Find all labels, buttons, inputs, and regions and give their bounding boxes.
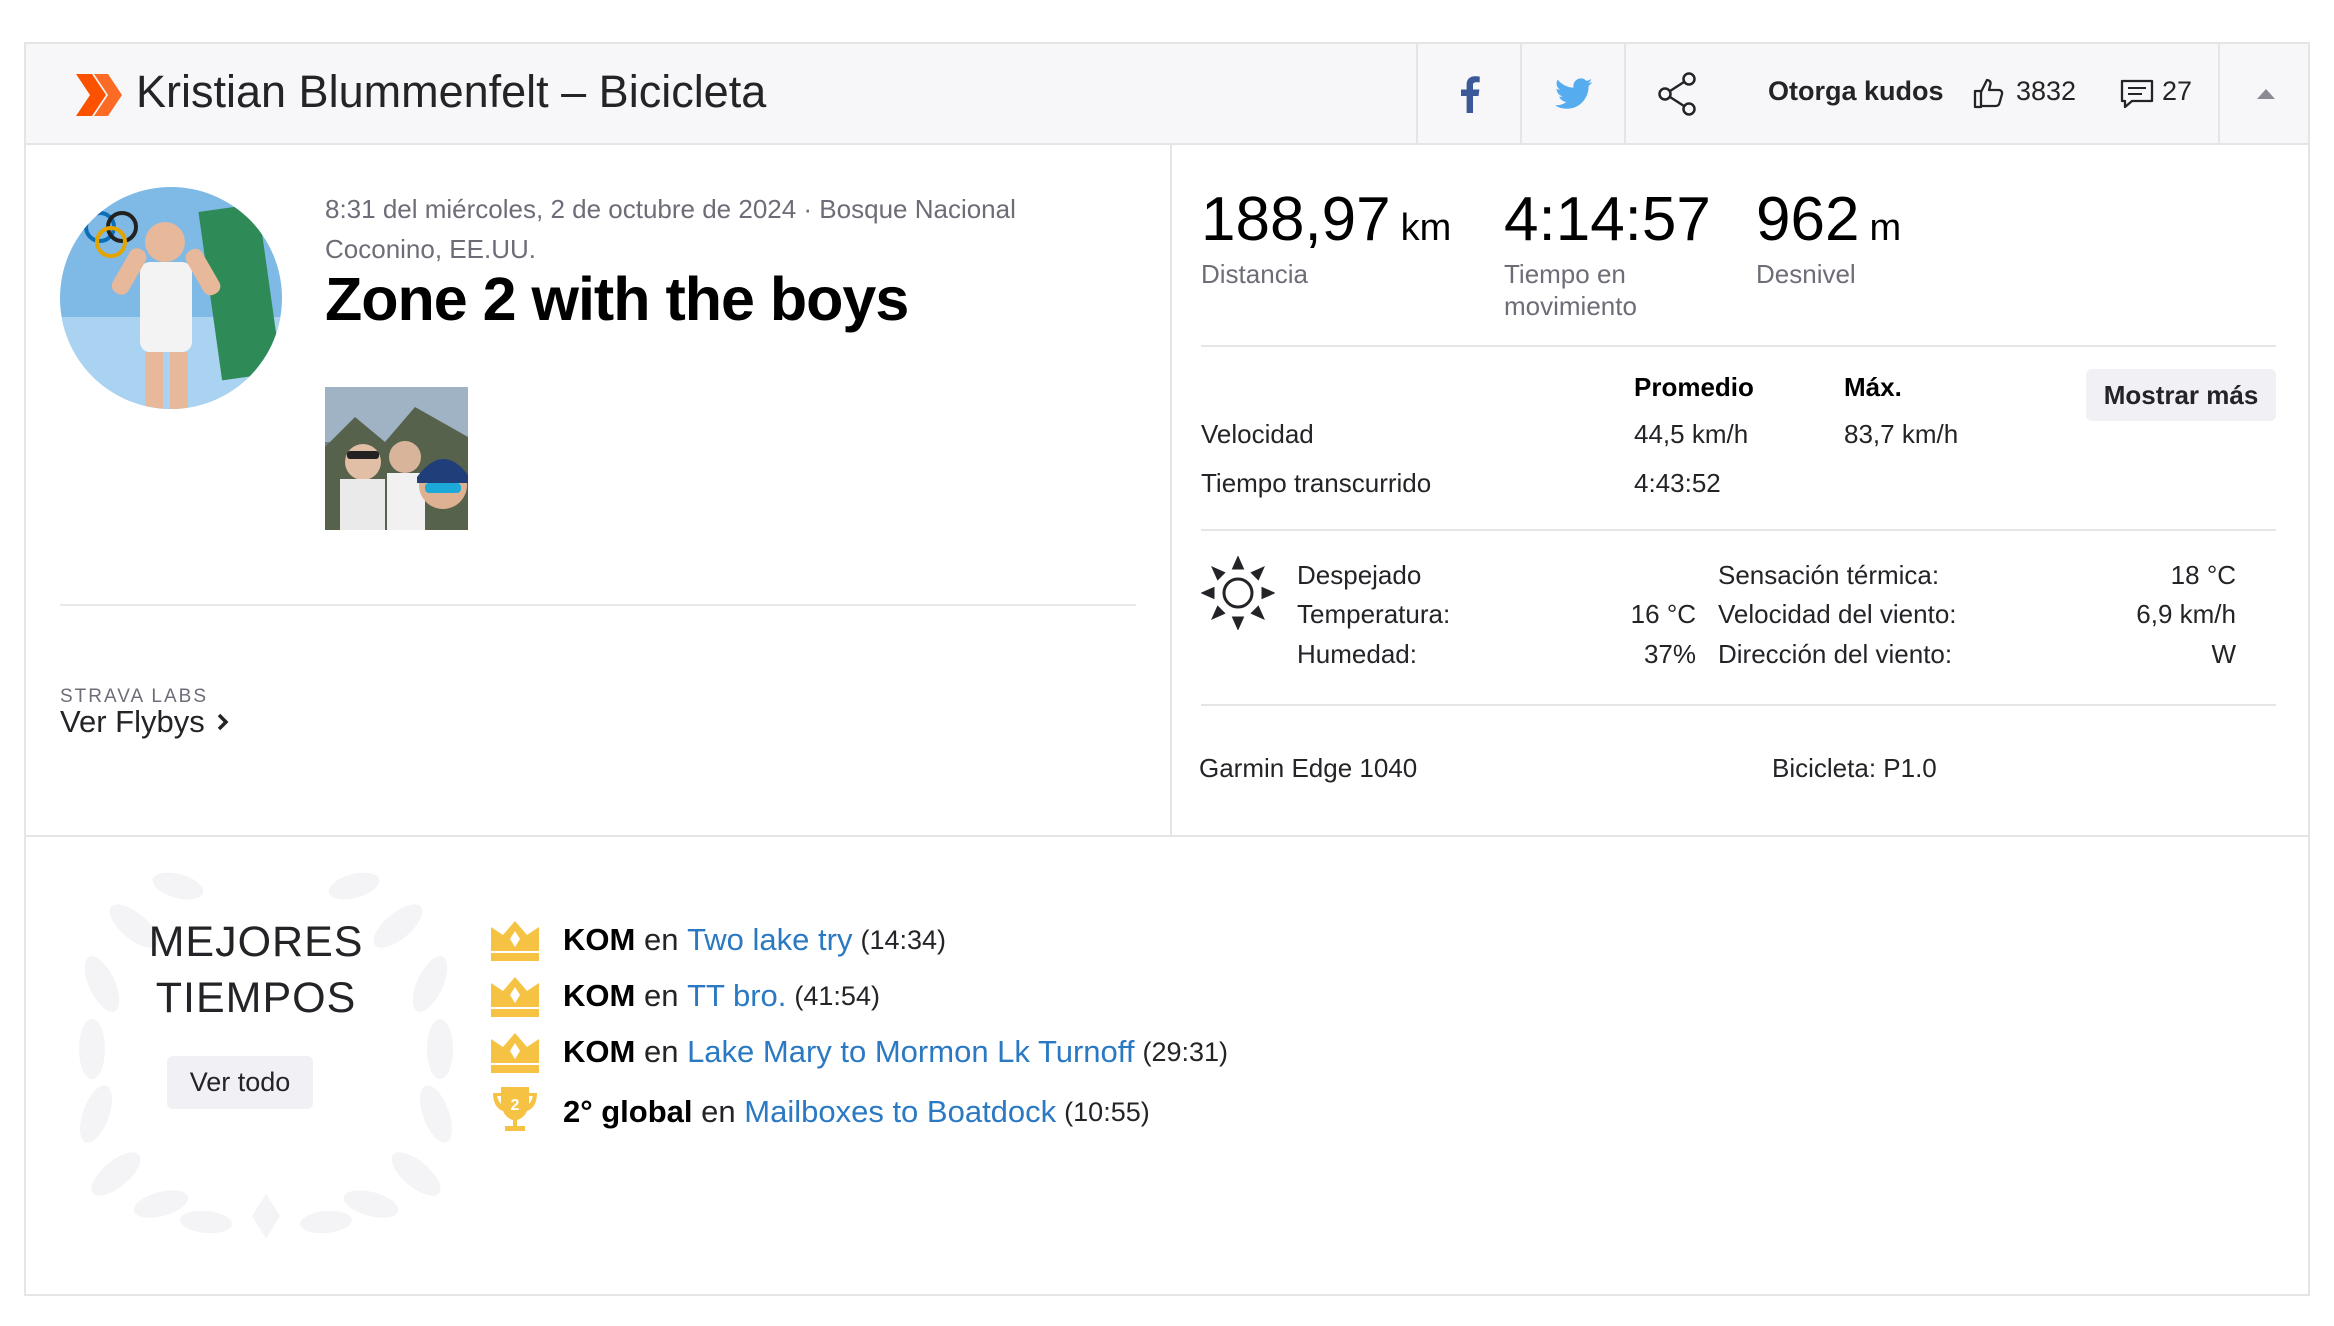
wind-direction-value: W: [2211, 639, 2236, 669]
crown-icon: [491, 977, 539, 1017]
athlete-avatar[interactable]: [60, 187, 282, 409]
distance-label: Distancia: [1201, 259, 1308, 289]
photo-image: [325, 387, 468, 530]
speed-average: 44,5 km/h: [1634, 419, 1749, 449]
comments-count[interactable]: 27: [2162, 76, 2192, 107]
strava-chevron-logo: [76, 74, 122, 116]
facebook-icon: [1461, 75, 1480, 113]
segment-link[interactable]: Lake Mary to Mormon Lk Turnoff: [687, 1034, 1134, 1070]
crown-icon: [491, 921, 539, 961]
activity-card: Kristian Blummenfelt – Bicicleta Otorga …: [24, 42, 2310, 1296]
crown-icon: [491, 1033, 539, 1073]
svg-text:2: 2: [511, 1097, 520, 1114]
elapsed-time-average: 4:43:52: [1634, 468, 1721, 498]
best-effort-item: 2 2° global en Mailboxes to Boatdock (10:…: [489, 1085, 1150, 1139]
divider: [1201, 704, 2276, 706]
twitter-icon: [1555, 77, 1593, 109]
column-divider: [1170, 143, 1172, 835]
elevation-value: 962 m: [1756, 185, 1902, 254]
segment-link[interactable]: TT bro.: [687, 978, 786, 1014]
distance-value: 188,97 km: [1201, 185, 1452, 254]
col-header-average: Promedio: [1634, 372, 1754, 402]
kudos-count[interactable]: 3832: [2016, 76, 2076, 107]
activity-date-location: 8:31 del miércoles, 2 de octubre de 2024…: [325, 194, 1016, 264]
facebook-share-button[interactable]: [1416, 44, 1522, 143]
activity-name: Zone 2 with the boys: [325, 265, 909, 333]
wind-speed-value: 6,9 km/h: [2136, 599, 2236, 629]
wind-speed-label: Velocidad del viento:: [1718, 599, 1957, 629]
flyby-link[interactable]: Ver Flybys: [60, 704, 229, 740]
humidity-value: 37%: [1643, 639, 1696, 669]
segment-link[interactable]: Mailboxes to Boatdock: [744, 1094, 1056, 1130]
sun-icon: [1201, 556, 1275, 630]
laurel-wreath-icon: [79, 872, 453, 1239]
speed-label: Velocidad: [1201, 419, 1314, 449]
humidity-label: Humedad:: [1297, 639, 1417, 669]
bike-name: Bicicleta: P1.0: [1772, 753, 1937, 783]
best-effort-item: KOM en TT bro. (41:54): [489, 973, 880, 1019]
moving-time-label: Tiempo en movimiento: [1504, 259, 1637, 321]
activity-photo[interactable]: [325, 387, 468, 530]
flyby-label[interactable]: Ver Flybys: [60, 704, 205, 740]
feels-like-value: 18 °C: [2170, 560, 2236, 590]
thumbs-up-icon[interactable]: [1972, 76, 2006, 110]
moving-time-value: 4:14:57: [1504, 185, 1711, 254]
elevation-label: Desnivel: [1756, 259, 1856, 289]
page-title: Kristian Blummenfelt – Bicicleta: [136, 66, 767, 117]
view-all-button[interactable]: Ver todo: [167, 1056, 313, 1109]
best-efforts-title: MEJORES TIEMPOS: [148, 918, 364, 1022]
col-header-max: Máx.: [1844, 372, 1902, 402]
temperature-label: Temperatura:: [1297, 599, 1451, 629]
comment-icon[interactable]: [2120, 78, 2154, 110]
feels-like-label: Sensación térmica:: [1718, 560, 1940, 590]
section-divider: [26, 835, 2308, 837]
device-name: Garmin Edge 1040: [1199, 753, 1418, 783]
speed-max: 83,7 km/h: [1844, 419, 1959, 449]
trophy-icon: 2: [493, 1087, 537, 1131]
weather-condition: Despejado: [1297, 560, 1422, 590]
twitter-share-button[interactable]: [1520, 44, 1626, 143]
give-kudos-button[interactable]: Otorga kudos: [1768, 76, 1944, 107]
segment-link[interactable]: Two lake try: [687, 922, 852, 958]
avatar-image: [60, 187, 282, 409]
elapsed-time-label: Tiempo transcurrido: [1201, 468, 1432, 498]
activity-header: Kristian Blummenfelt – Bicicleta Otorga …: [26, 44, 2308, 145]
best-effort-item: KOM en Two lake try (14:34): [489, 917, 946, 963]
divider: [60, 604, 1136, 606]
share-button[interactable]: [1624, 44, 1730, 143]
share-icon: [1658, 71, 1696, 116]
chevron-up-icon: [2257, 88, 2275, 99]
show-more-button[interactable]: Mostrar más: [2086, 369, 2276, 421]
best-effort-item: KOM en Lake Mary to Mormon Lk Turnoff (29…: [489, 1029, 1228, 1075]
chevron-right-icon: [217, 713, 229, 731]
collapse-button[interactable]: [2218, 44, 2312, 143]
temperature-value: 16 °C: [1630, 599, 1696, 629]
divider: [1201, 345, 2276, 347]
divider: [1201, 529, 2276, 531]
wind-direction-label: Dirección del viento:: [1718, 639, 1953, 669]
